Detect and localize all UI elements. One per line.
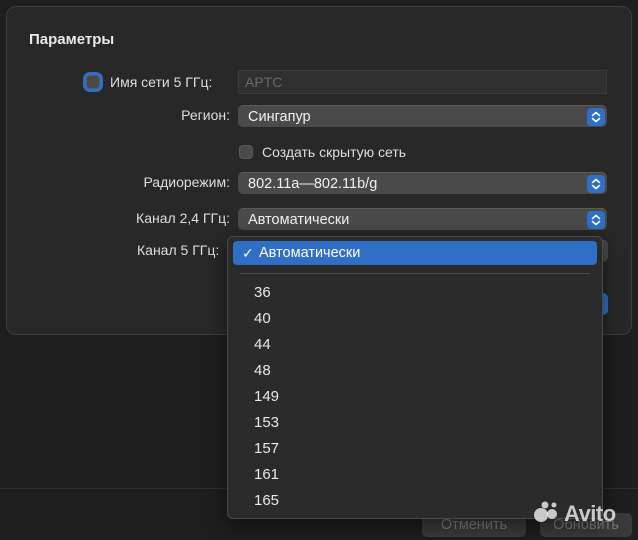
menu-item[interactable]: 157 — [254, 436, 279, 462]
channel-5-menu: ✓ Автоматически 36 40 44 48 149 153 157 … — [227, 236, 603, 519]
menu-item-selected-label: Автоматически — [259, 245, 361, 261]
region-value: Сингапур — [248, 109, 311, 125]
panel-title: Параметры — [29, 31, 115, 48]
avito-watermark: Avito — [532, 498, 632, 530]
chevron-updown-icon — [587, 175, 605, 193]
hidden-network-checkbox[interactable] — [239, 145, 253, 159]
channel-24-label: Канал 2,4 ГГц: — [136, 210, 230, 226]
menu-item[interactable]: 40 — [254, 306, 271, 332]
avito-logo-icon — [532, 499, 560, 530]
menu-item[interactable]: 36 — [254, 280, 271, 306]
radio-mode-value: 802.11a—802.11b/g — [248, 176, 378, 192]
radio-mode-popup[interactable]: 802.11a—802.11b/g — [238, 172, 607, 194]
menu-item-selected[interactable]: ✓ Автоматически — [233, 241, 597, 265]
menu-item[interactable]: 44 — [254, 332, 271, 358]
menu-item[interactable]: 153 — [254, 410, 279, 436]
menu-item[interactable]: 48 — [254, 358, 271, 384]
menu-item[interactable]: 161 — [254, 462, 279, 488]
region-label: Регион: — [181, 107, 230, 123]
channel-24-value: Автоматически — [248, 212, 350, 228]
hidden-network-label: Создать скрытую сеть — [262, 144, 407, 160]
channel-5-label: Канал 5 ГГц: — [137, 242, 220, 258]
network-name-5ghz-label: Имя сети 5 ГГц: — [110, 74, 213, 90]
network-name-5ghz-checkbox[interactable] — [86, 75, 100, 89]
menu-item[interactable]: 149 — [254, 384, 279, 410]
menu-item[interactable]: 165 — [254, 488, 279, 514]
radio-mode-label: Радиорежим: — [143, 174, 230, 190]
watermark-text: Avito — [564, 501, 616, 526]
network-name-5ghz-placeholder: APTC — [245, 74, 283, 90]
menu-separator — [240, 273, 590, 274]
chevron-updown-icon — [587, 211, 605, 229]
chevron-updown-icon — [587, 108, 605, 126]
region-popup[interactable]: Сингапур — [238, 105, 607, 127]
network-name-5ghz-input[interactable]: APTC — [238, 70, 607, 94]
channel-24-popup[interactable]: Автоматически — [238, 208, 607, 230]
checkmark-icon: ✓ — [242, 245, 254, 261]
